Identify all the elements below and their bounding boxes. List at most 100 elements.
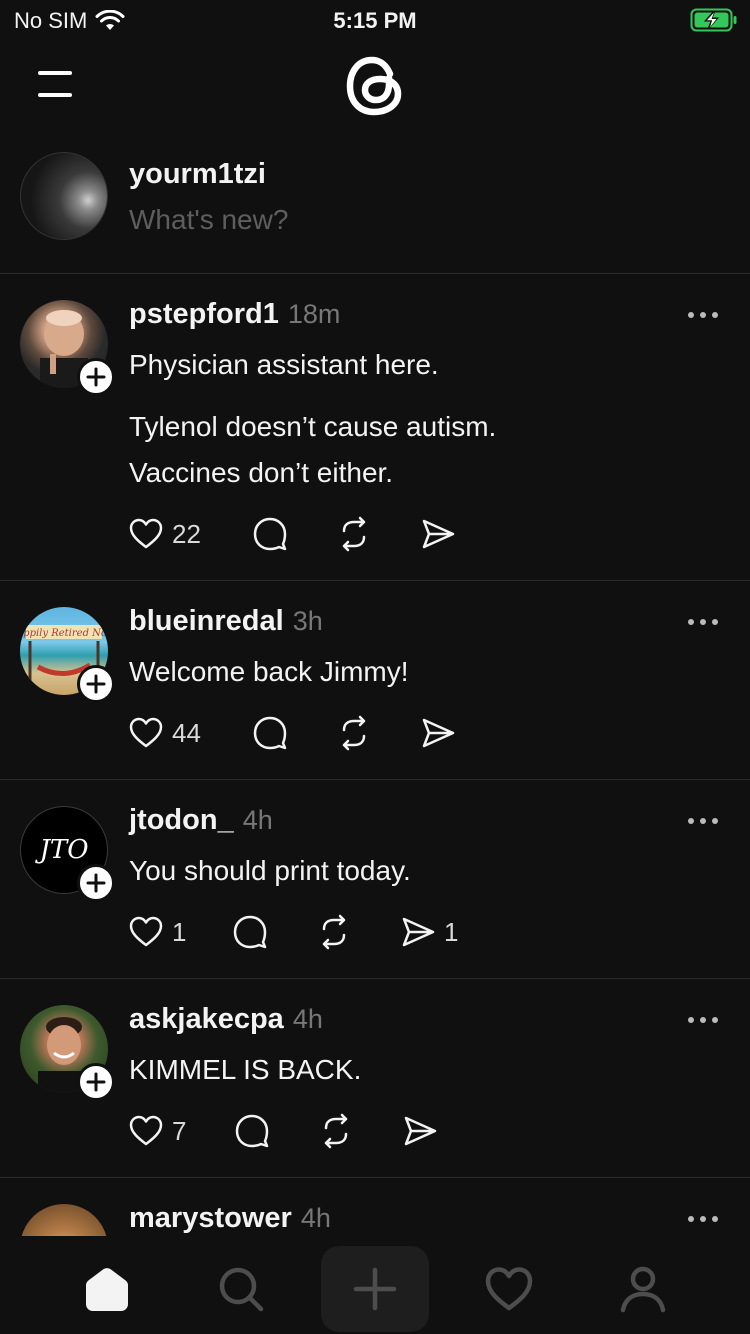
share-button[interactable]: 1 [400, 912, 484, 952]
post-text: Physician assistant here. [129, 349, 439, 380]
repost-icon [342, 516, 366, 552]
more-options-icon[interactable] [686, 310, 720, 320]
follow-button[interactable] [77, 358, 115, 396]
post-header: askjakecpa 4h [129, 1003, 323, 1036]
avatar-monogram: JTO [39, 835, 89, 865]
post-author[interactable]: blueinredal [129, 605, 284, 638]
follow-button[interactable] [77, 1063, 115, 1101]
tab-search[interactable] [187, 1246, 295, 1332]
post-time: 18m [287, 299, 341, 329]
send-icon [402, 917, 435, 947]
like-button[interactable]: 1 [128, 912, 232, 952]
plus-icon [86, 367, 106, 387]
post-header: pstepford1 18m [129, 298, 340, 331]
comment-bubble-icon [233, 915, 267, 949]
plus-icon [86, 873, 106, 893]
comment-bubble-icon [253, 716, 287, 750]
repost-icon [324, 1113, 348, 1149]
home-icon [86, 1268, 128, 1311]
status-bar: No SIM 5:15 PM [0, 0, 750, 40]
heart-icon [129, 518, 163, 549]
repost-icon [322, 914, 346, 950]
post-time: 3h [292, 606, 323, 636]
post-time: 4h [292, 1004, 323, 1034]
composer[interactable]: yourm1tzi What's new? [0, 140, 750, 274]
like-button[interactable]: 44 [128, 713, 252, 753]
more-options-icon[interactable] [686, 617, 720, 627]
clock: 5:15 PM [333, 8, 417, 33]
composer-placeholder[interactable]: What's new? [129, 204, 288, 236]
repost-button[interactable] [316, 912, 400, 952]
post-header: jtodon_ 4h [129, 804, 273, 837]
more-options-icon[interactable] [686, 816, 720, 826]
like-count: 7 [172, 1115, 187, 1146]
reply-button[interactable] [232, 912, 316, 952]
post-author[interactable]: marystower [129, 1202, 292, 1235]
comment-bubble-icon [235, 1114, 269, 1148]
feed-post[interactable]: marystower 4h [0, 1178, 750, 1238]
search-icon [219, 1267, 264, 1312]
send-icon [422, 519, 455, 549]
post-text: KIMMEL IS BACK. [129, 1054, 362, 1085]
share-button[interactable] [420, 514, 504, 554]
tab-home[interactable] [53, 1246, 161, 1332]
send-icon [404, 1116, 437, 1146]
tab-compose[interactable] [321, 1246, 429, 1332]
reply-button[interactable] [234, 1111, 318, 1151]
threads-logo[interactable] [344, 52, 406, 120]
comment-bubble-icon [253, 517, 287, 551]
plus-icon [353, 1267, 397, 1311]
heart-icon [485, 1267, 533, 1311]
tab-profile[interactable] [589, 1246, 697, 1332]
post-text: You should print today. [129, 855, 411, 886]
share-button[interactable] [420, 713, 504, 753]
profile-icon [620, 1266, 666, 1313]
feed-post[interactable]: JTO jtodon_ 4h You should print today. 1… [0, 780, 750, 979]
like-count: 1 [172, 916, 187, 947]
reply-button[interactable] [252, 713, 336, 753]
post-time: 4h [300, 1203, 331, 1233]
share-button[interactable] [402, 1111, 486, 1151]
repost-button[interactable] [336, 713, 420, 753]
feed-post[interactable]: Happily Retired Now! blueinredal 3h Welc… [0, 581, 750, 780]
follow-button[interactable] [77, 864, 115, 902]
heart-icon [129, 1115, 163, 1146]
post-actions: 22 [128, 514, 504, 554]
avatar[interactable] [20, 1204, 108, 1238]
post-author[interactable]: jtodon_ [129, 804, 234, 837]
feed-post[interactable]: pstepford1 18m Physician assistant here.… [0, 274, 750, 581]
heart-icon [129, 717, 163, 748]
reply-button[interactable] [252, 514, 336, 554]
post-author[interactable]: pstepford1 [129, 298, 279, 331]
repost-button[interactable] [336, 514, 420, 554]
post-text: Tylenol doesn’t cause autism. Vaccines d… [129, 411, 497, 488]
like-button[interactable]: 22 [128, 514, 252, 554]
hamburger-menu-icon[interactable] [36, 68, 76, 100]
like-count: 44 [172, 717, 201, 748]
feed-post[interactable]: askjakecpa 4h KIMMEL IS BACK. 7 [0, 979, 750, 1178]
like-count: 22 [172, 518, 201, 549]
share-count: 1 [444, 916, 459, 947]
post-actions: 44 [128, 713, 504, 753]
avatar-sign-text: Happily Retired Now! [20, 628, 108, 639]
send-icon [422, 718, 455, 748]
post-actions: 7 [128, 1111, 486, 1151]
more-options-icon[interactable] [686, 1015, 720, 1025]
repost-button[interactable] [318, 1111, 402, 1151]
post-header: blueinredal 3h [129, 605, 323, 638]
heart-icon [129, 916, 163, 947]
composer-username: yourm1tzi [129, 158, 266, 190]
post-time: 4h [242, 805, 273, 835]
post-header: marystower 4h [129, 1202, 331, 1235]
like-button[interactable]: 7 [128, 1111, 234, 1151]
tab-activity[interactable] [455, 1246, 563, 1332]
more-options-icon[interactable] [686, 1214, 720, 1224]
battery-charging-icon [690, 8, 737, 32]
follow-button[interactable] [77, 665, 115, 703]
current-user-avatar[interactable] [20, 152, 108, 240]
bottom-tab-bar [0, 1236, 750, 1334]
plus-icon [86, 1072, 106, 1092]
post-actions: 1 1 [128, 912, 484, 952]
post-author[interactable]: askjakecpa [129, 1003, 284, 1036]
plus-icon [86, 674, 106, 694]
